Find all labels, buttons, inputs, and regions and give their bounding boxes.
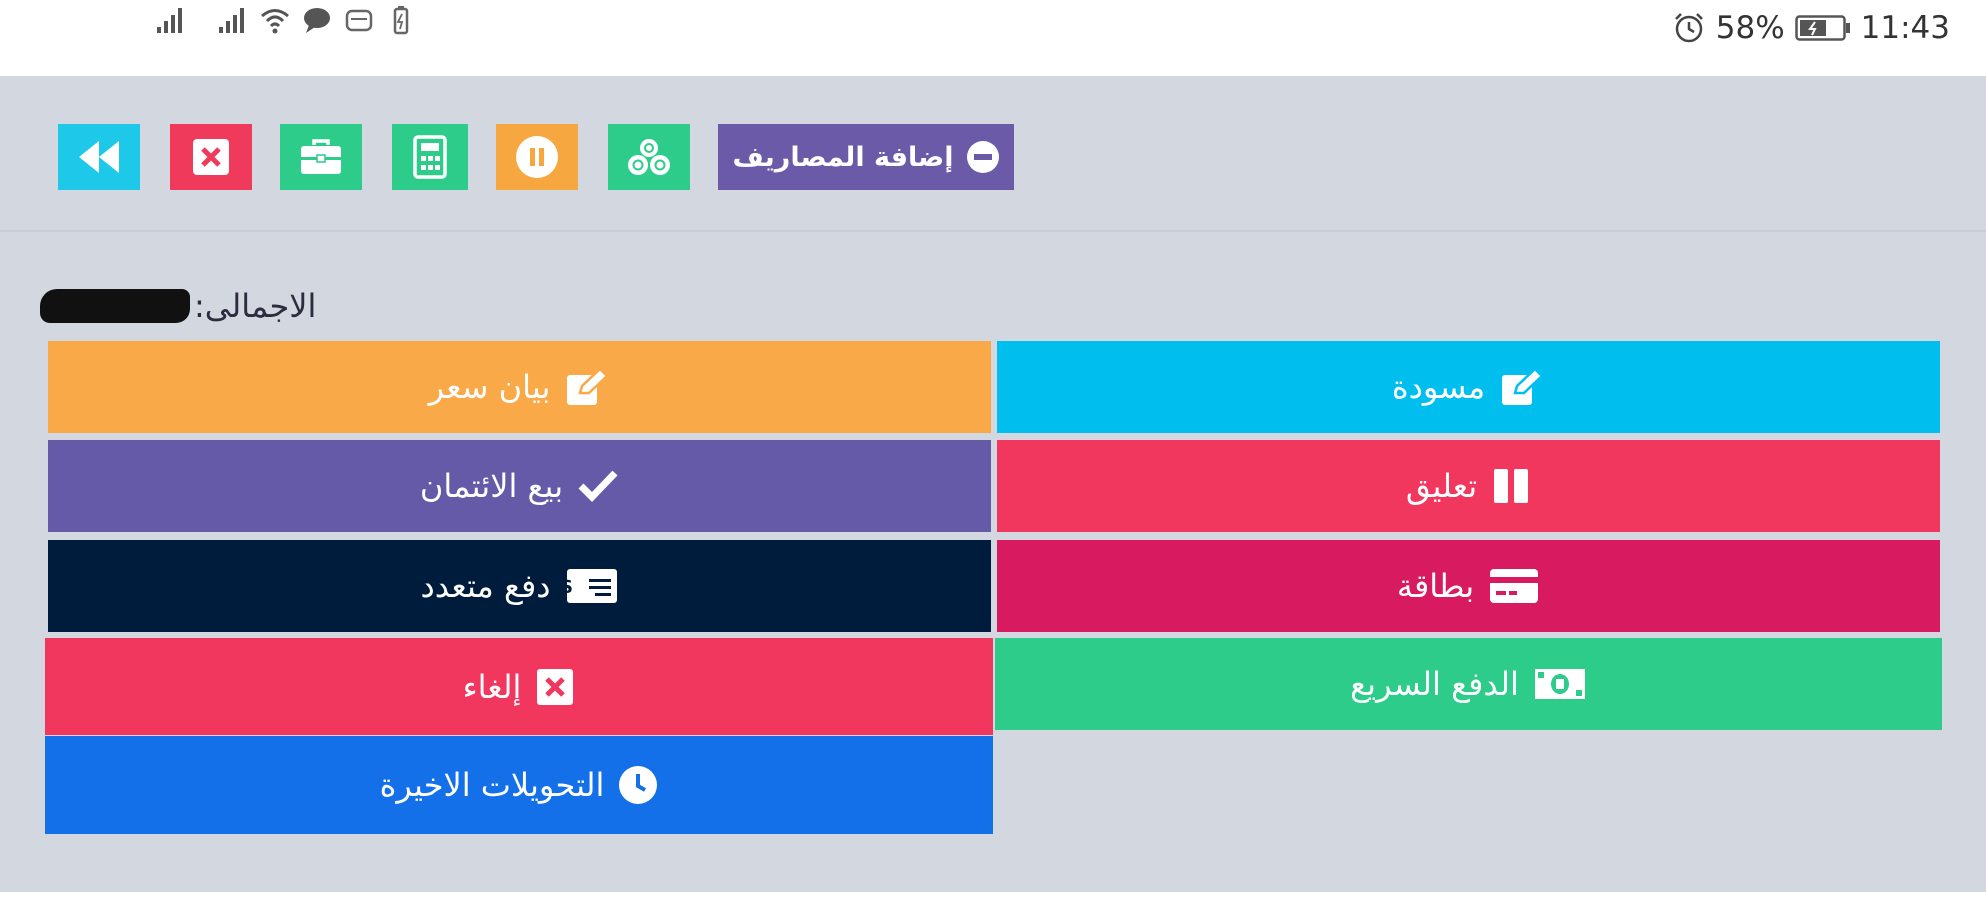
message-icon [345,9,373,32]
cancel-button[interactable]: إلغاء [45,638,993,735]
cancel-label: إلغاء [462,667,522,706]
signal-icon [219,8,244,33]
add-expenses-label: إضافة المصاريف [732,141,954,173]
redacted-total-value [40,289,190,323]
suspend-label: تعليق [1405,467,1478,505]
draft-button[interactable]: مسودة [997,341,1940,433]
battery-icon [1794,15,1850,41]
close-button[interactable] [170,124,252,190]
add-expenses-button[interactable]: إضافة المصاريف [718,124,1014,190]
pause-icon [1494,469,1529,503]
calculator-button[interactable] [392,124,468,190]
clock-icon [619,766,658,804]
check-icon [578,470,618,503]
pause-icon [516,136,558,178]
recent-transactions-button[interactable]: التحويلات الاخيرة [45,736,993,834]
chat-bubble-icon [304,8,330,33]
total-row: الاجمالى: [40,284,316,328]
calculator-icon [413,135,447,179]
alarm-icon [1674,13,1703,43]
card-payment-button[interactable]: بطاقة [997,540,1940,632]
status-icons-left [155,0,417,40]
briefcase-icon [301,139,341,174]
cash-icon [1534,669,1585,699]
clock-time: 11:43 [1860,10,1950,46]
express-payment-button[interactable]: الدفع السريع [995,638,1942,730]
quotation-button[interactable]: بيان سعر [48,341,991,433]
draft-label: مسودة [1391,368,1486,406]
status-bar: 58% 11:43 [0,0,1986,76]
multi-payment-button[interactable]: $ دفع متعدد [48,540,991,632]
close-icon [193,139,229,175]
wifi-icon [261,9,289,34]
cash-drawer-button[interactable] [608,124,690,190]
multi-payment-label: دفع متعدد [420,567,551,605]
express-payment-label: الدفع السريع [1350,665,1519,703]
signal-icon [157,8,182,33]
quotation-label: بيان سعر [428,368,551,406]
battery-percent: 58% [1715,10,1785,46]
rewind-icon [79,141,119,173]
toolbar-divider [0,230,1986,232]
credit-card-icon [1490,569,1539,603]
close-box-icon [537,668,574,705]
card-label: بطاقة [1396,567,1475,605]
svg-text:$: $ [565,574,573,598]
coins-icon [628,139,670,175]
total-label: الاجمالى: [194,287,317,325]
register-button[interactable] [280,124,362,190]
recent-transactions-label: التحويلات الاخيرة [379,766,605,804]
pause-button[interactable] [496,124,578,190]
minus-circle-icon [966,141,999,173]
back-button[interactable] [58,124,140,190]
status-icons-right: 58% 11:43 [1672,6,1950,50]
credit-sale-button[interactable]: بيع الائتمان [48,440,991,532]
credit-sale-label: بيع الائتمان [419,467,564,505]
battery-small-icon [393,6,409,35]
edit-icon [1502,367,1544,405]
suspend-button[interactable]: تعليق [997,440,1940,532]
money-check-icon: $ [565,569,617,603]
edit-icon [567,367,610,405]
toolbar: إضافة المصاريف [0,76,1986,230]
